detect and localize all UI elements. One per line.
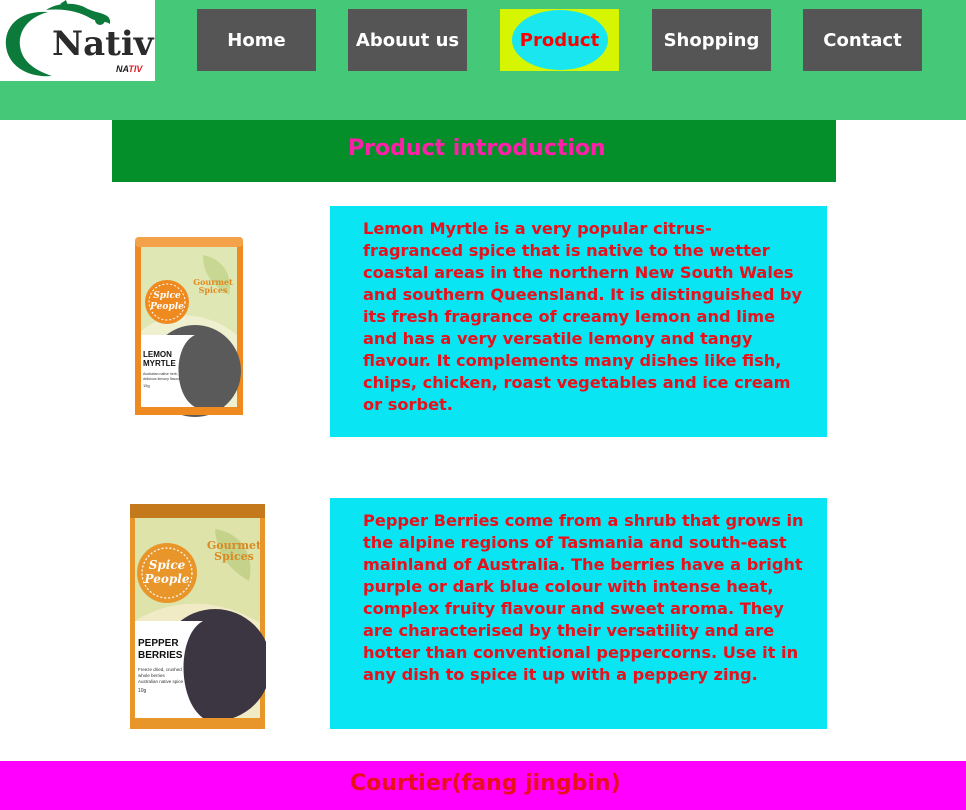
pack1-name: LEMON [143, 350, 172, 359]
pepper-berries-product-image[interactable]: Spice People Gourmet Spices PEPPER BERRI… [129, 503, 266, 730]
nav-shopping-button[interactable]: Shopping [652, 9, 771, 71]
product-intro-title: Product introduction [348, 136, 606, 161]
svg-text:Freeze dried, crushed: Freeze dried, crushed [138, 667, 182, 672]
svg-text:BERRIES: BERRIES [138, 650, 183, 661]
logo-wordmark: Nativ [52, 24, 154, 64]
svg-text:Australian native spice: Australian native spice [138, 679, 184, 684]
logo-subtext: NATIV [116, 64, 143, 74]
footer-credit: Courtier(fang jingbin) [350, 771, 621, 796]
nav-about-button[interactable]: Abouut us [348, 9, 467, 71]
pack1-brand: Spice [153, 291, 181, 301]
svg-text:15g: 15g [143, 383, 150, 388]
nav-product-highlight: Product [511, 10, 608, 70]
svg-text:Australian native herb,: Australian native herb, [143, 372, 178, 376]
nav-product-button[interactable]: Product [500, 9, 619, 71]
svg-text:delicious lemony flavour: delicious lemony flavour [143, 377, 181, 381]
product-intro-banner: Product introduction [112, 120, 836, 182]
svg-text:Spices: Spices [199, 285, 228, 295]
lemon-myrtle-description: Lemon Myrtle is a very popular citrus- f… [363, 219, 803, 414]
nav-contact-button[interactable]: Contact [803, 9, 922, 71]
lemon-myrtle-product-image[interactable]: Spice People Gourmet Spices LEMON MYRTLE… [133, 235, 245, 417]
lemon-myrtle-description-card: Lemon Myrtle is a very popular citrus- f… [330, 206, 827, 437]
pepper-berries-description-card: Pepper Berries come from a shrub that gr… [330, 498, 827, 729]
svg-text:MYRTLE: MYRTLE [143, 359, 177, 368]
svg-text:whole berries: whole berries [138, 673, 166, 678]
svg-text:People: People [144, 572, 190, 586]
pepper-berries-description: Pepper Berries come from a shrub that gr… [363, 511, 804, 684]
svg-text:Spices: Spices [214, 550, 254, 563]
nav-home-button[interactable]: Home [197, 9, 316, 71]
svg-text:People: People [149, 302, 184, 312]
site-header: Nativ NATIV Home Abouut us Product Shopp… [0, 0, 966, 120]
nativ-logo[interactable]: Nativ NATIV [0, 0, 155, 81]
pack2-name: PEPPER [138, 638, 179, 649]
site-footer: Courtier(fang jingbin) [0, 761, 966, 810]
svg-text:10g: 10g [138, 688, 147, 694]
pack2-brand: Spice [149, 558, 186, 572]
